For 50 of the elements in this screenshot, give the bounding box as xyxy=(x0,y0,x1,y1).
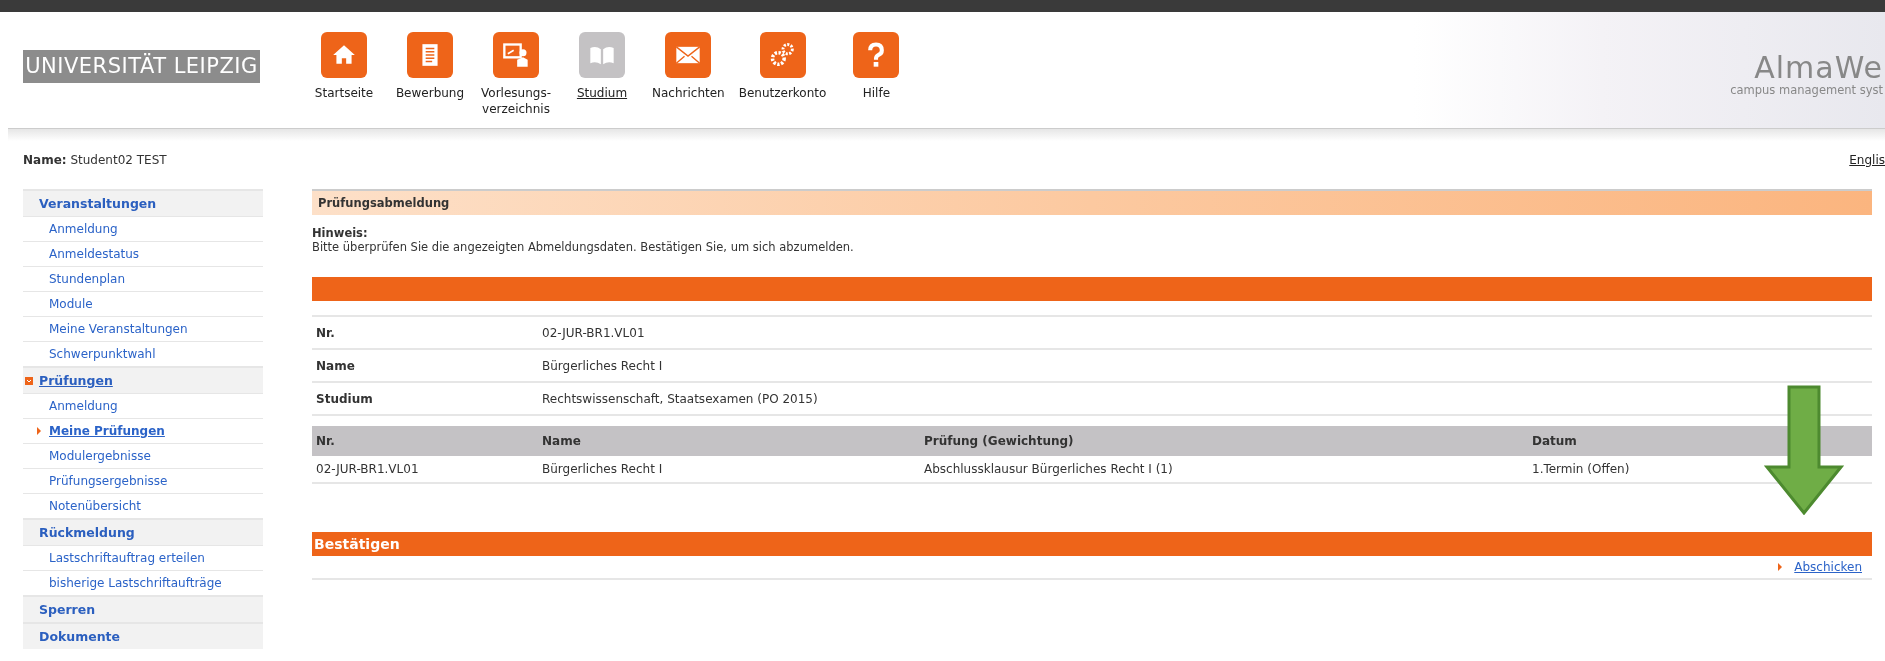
sidebar-item[interactable]: Stundenplan xyxy=(23,266,263,291)
column-header: Nr. xyxy=(312,426,538,456)
caret-icon xyxy=(1778,563,1783,571)
language-link[interactable]: Englis xyxy=(1849,153,1885,181)
page-title: Prüfungsabmeldung xyxy=(312,189,1872,215)
sidebar-item[interactable]: Modulergebnisse xyxy=(23,443,263,468)
nav-item[interactable]: Bewerbung xyxy=(394,32,466,117)
presenter-icon xyxy=(502,41,530,69)
confirm-title: Bestätigen xyxy=(314,536,400,552)
user-name: Name: Student02 TEST xyxy=(23,153,167,169)
caret-icon xyxy=(37,427,41,435)
collapse-icon xyxy=(25,377,33,385)
sidebar-item[interactable]: Lastschriftauftrag erteilen xyxy=(23,545,263,570)
nav-item[interactable]: Studium xyxy=(566,32,638,117)
sidebar-group[interactable]: Sperren xyxy=(23,595,263,622)
detail-value: Bürgerliches Recht I xyxy=(542,358,663,373)
nav-item[interactable]: Benutzerkonto xyxy=(738,32,827,117)
sidebar-item[interactable]: Meine Prüfungen xyxy=(23,418,263,443)
sidebar-item[interactable]: Module xyxy=(23,291,263,316)
table-cell: Bürgerliches Recht I xyxy=(538,456,920,483)
nav-item[interactable]: Startseite xyxy=(308,32,380,117)
column-header: Prüfung (Gewichtung) xyxy=(920,426,1528,456)
table-cell: 02-JUR-BR1.VL01 xyxy=(312,456,538,483)
sidebar-group[interactable]: Dokumente xyxy=(23,622,263,649)
table-cell: Abschlussklausur Bürgerliches Recht I (1) xyxy=(920,456,1528,483)
sidebar-group[interactable]: Veranstaltungen xyxy=(23,189,263,216)
detail-value: 02-JUR-BR1.VL01 xyxy=(542,325,645,340)
nav-item[interactable]: Vorlesungs- verzeichnis xyxy=(480,32,552,117)
detail-value: Rechtswissenschaft, Staatsexamen (PO 2015) xyxy=(542,391,818,406)
submit-link[interactable]: Abschicken xyxy=(1794,560,1862,574)
sidebar-item[interactable]: Anmeldung xyxy=(23,216,263,241)
university-logo: UNIVERSITÄT LEIPZIG xyxy=(23,50,260,83)
column-header: Name xyxy=(538,426,920,456)
nav-item[interactable]: Nachrichten xyxy=(652,32,725,117)
sidebar-item[interactable]: Meine Veranstaltungen xyxy=(23,316,263,341)
detail-label: Studium xyxy=(316,391,374,406)
nav-item[interactable]: Hilfe xyxy=(840,32,913,117)
notice-text: Bitte überprüfen Sie die angezeigten Abmeldungsdaten. Bestätigen Sie, um sich abzumelden. xyxy=(312,240,855,254)
notice-label: Hinweis: xyxy=(312,226,369,240)
detail-label: Name xyxy=(316,358,356,373)
sidebar-item[interactable]: Anmeldestatus xyxy=(23,241,263,266)
sidebar-group[interactable]: Prüfungen xyxy=(23,366,263,393)
sidebar-item[interactable]: Prüfungsergebnisse xyxy=(23,468,263,493)
gears-icon xyxy=(768,41,797,69)
sidebar-group[interactable]: Rückmeldung xyxy=(23,518,263,545)
column-header: Datum xyxy=(1528,426,1872,456)
brand-name: AlmaWe xyxy=(1754,52,1883,84)
sidebar-item[interactable]: Anmeldung xyxy=(23,393,263,418)
brand-tagline: campus management syst xyxy=(1730,84,1883,96)
detail-label: Nr. xyxy=(316,325,336,340)
